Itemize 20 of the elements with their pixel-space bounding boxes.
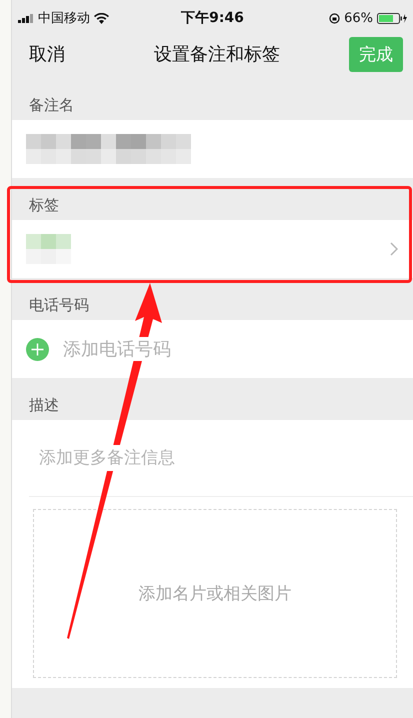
rotation-lock-icon bbox=[329, 12, 340, 24]
page-title: 设置备注和标签 bbox=[154, 43, 280, 66]
section-header: 标签 bbox=[29, 196, 59, 214]
carrier-name: 中国移动 bbox=[38, 10, 90, 27]
wifi-icon bbox=[94, 12, 109, 24]
battery-icon bbox=[376, 12, 407, 24]
add-phone-label: 添加电话号码 bbox=[63, 337, 171, 361]
clock-time: 下午9:46 bbox=[181, 9, 244, 27]
battery-percent: 66% bbox=[344, 10, 373, 26]
chevron-right-icon bbox=[390, 242, 398, 256]
section-header: 描述 bbox=[29, 396, 59, 414]
tags-row[interactable] bbox=[12, 220, 413, 278]
pixelated-tag-drawing bbox=[26, 234, 71, 264]
plus-icon bbox=[26, 338, 49, 360]
signal-icon bbox=[18, 14, 34, 22]
cancel-button[interactable]: 取消 bbox=[29, 42, 65, 66]
done-button[interactable]: 完成 bbox=[349, 36, 403, 72]
add-phone-row[interactable]: 添加电话号码 bbox=[12, 320, 413, 378]
section-header: 备注名 bbox=[29, 96, 74, 114]
section-header: 电话号码 bbox=[29, 296, 89, 314]
